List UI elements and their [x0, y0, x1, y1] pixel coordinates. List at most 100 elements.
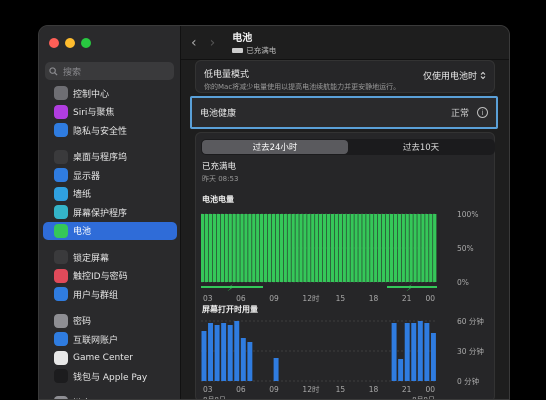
level-bar: [405, 214, 409, 282]
sidebar-item-label: 用户与群组: [73, 290, 119, 301]
usage-bar: [247, 342, 253, 381]
level-bar: [338, 214, 342, 282]
zoom-button[interactable]: [81, 38, 91, 48]
x-tick-label: 12时: [302, 384, 320, 394]
usage-bar: [234, 321, 240, 381]
y-tick-label: 0%: [457, 278, 469, 287]
x-tick-label: 09: [269, 294, 279, 302]
sidebar-item-label: 钱包与 Apple Pay: [73, 372, 148, 383]
game-center-icon: [54, 350, 68, 365]
at-icon: [54, 332, 68, 347]
usage-bar: [273, 358, 279, 381]
level-bar: [334, 214, 339, 282]
x-tick-label: 00: [425, 294, 435, 302]
info-icon[interactable]: i: [477, 107, 488, 118]
level-bar: [299, 214, 303, 282]
level-bar: [330, 214, 335, 282]
x-tick-label: 06: [236, 294, 246, 302]
sidebar-item[interactable]: 控制中心: [43, 84, 177, 103]
wallpaper-icon: [54, 186, 68, 201]
sidebar-item-label: 屏幕保护程序: [73, 208, 128, 219]
page-subtitle: 已充满电: [232, 45, 276, 56]
battery-small-icon: [232, 48, 244, 53]
level-bar: [307, 214, 311, 282]
forward-button[interactable]: ›: [210, 36, 216, 50]
level-bar: [362, 214, 366, 282]
x-tick-label: 09: [269, 385, 279, 394]
charging-bolt-icon: ⚡: [406, 284, 412, 294]
sidebar-item-label: 桌面与程序坞: [73, 153, 128, 164]
level-bar: [311, 214, 315, 282]
level-bar: [212, 214, 217, 282]
battery-health-row[interactable]: 电池健康 正常 i: [190, 96, 498, 129]
level-bar: [248, 214, 252, 282]
sidebar-item[interactable]: 锁定屏幕: [43, 248, 177, 267]
sidebar-item[interactable]: 显示器: [43, 166, 177, 185]
sidebar-item[interactable]: 密码: [43, 312, 177, 331]
control-center-icon: [54, 86, 68, 101]
back-button[interactable]: ‹: [191, 36, 197, 50]
usage-bar: [208, 323, 214, 381]
level-bar: [397, 214, 401, 282]
level-bar: [240, 214, 244, 282]
settings-window: 搜索 控制中心 Siri与聚焦 隐私与安全性 桌面与程序坞 显示器 墙纸 屏幕保护程序 电池锁…: [38, 25, 510, 400]
level-bar: [220, 214, 224, 282]
sidebar-item[interactable]: 电池: [43, 221, 177, 240]
level-bar: [303, 214, 307, 282]
level-bar: [413, 214, 417, 282]
sidebar-item[interactable]: Siri与聚焦: [43, 103, 177, 122]
level-bar: [354, 214, 358, 282]
battery-health-label: 电池健康: [200, 109, 237, 119]
level-bar: [236, 214, 240, 282]
siri-icon: [54, 104, 68, 119]
sidebar-item[interactable]: 隐私与安全性: [43, 121, 177, 140]
level-bar: [378, 214, 382, 282]
sidebar-item[interactable]: 钱包与 Apple Pay: [43, 367, 177, 386]
charging-bolt-icon: ⚡: [227, 284, 233, 294]
touch-id-icon: [54, 268, 68, 283]
tab-last-10d[interactable]: 过去10天: [348, 140, 494, 154]
level-bar: [409, 214, 413, 282]
charged-status: 已充满电: [202, 162, 237, 172]
low-power-value: 仅使用电池时: [422, 72, 477, 82]
sidebar-item[interactable]: 互联网账户: [43, 330, 177, 349]
level-bar: [417, 214, 421, 282]
level-bar: [433, 214, 437, 282]
sidebar-item[interactable]: Game Center: [43, 349, 177, 368]
y-tick-label: 60 分钟: [457, 316, 484, 326]
users-icon: [54, 287, 68, 302]
level-bar: [287, 214, 291, 282]
close-button[interactable]: [49, 38, 59, 48]
sidebar-item[interactable]: 墙纸: [43, 185, 177, 204]
sidebar-item[interactable]: 屏幕保护程序: [43, 203, 177, 222]
sidebar-item[interactable]: 桌面与程序坞: [43, 148, 177, 167]
sidebar-item[interactable]: 用户与群组: [43, 285, 177, 304]
keyboard-icon: [54, 395, 68, 399]
sidebar-item[interactable]: 键盘: [43, 394, 177, 399]
usage-bar: [404, 323, 410, 381]
display-icon: [54, 168, 68, 183]
level-bar: [425, 214, 429, 282]
search-field[interactable]: 搜索: [45, 62, 174, 80]
battery-health-status: 正常: [450, 109, 469, 119]
level-bar: [374, 214, 378, 282]
low-power-description: 你的Mac将减少电量使用以提高电池续航能力并更安静地运行。: [204, 83, 401, 91]
minimize-button[interactable]: [65, 38, 75, 48]
page-title: 电池: [232, 33, 253, 44]
chevron-updown-icon: [480, 71, 486, 80]
tab-last-24h[interactable]: 过去24小时: [202, 140, 348, 154]
usage-bar: [221, 323, 227, 381]
level-bar: [216, 214, 221, 282]
sidebar-item[interactable]: 触控ID与密码: [43, 267, 177, 286]
x-tick-label: 18: [369, 385, 379, 394]
low-power-select[interactable]: 仅使用电池时: [423, 69, 486, 82]
x-tick-label: 18: [369, 294, 379, 302]
toolbar: ‹ › 电池 已充满电: [181, 26, 509, 60]
sidebar-list: 控制中心 Siri与聚焦 隐私与安全性桌面与程序坞显示器 墙纸屏幕保护程序电池锁定屏幕…: [39, 84, 181, 399]
level-bar: [275, 214, 280, 282]
x-tick-label: 12时: [302, 293, 320, 302]
level-bar: [322, 214, 327, 282]
level-bar: [208, 214, 213, 282]
level-bar: [271, 214, 276, 282]
level-bar: [319, 214, 323, 282]
